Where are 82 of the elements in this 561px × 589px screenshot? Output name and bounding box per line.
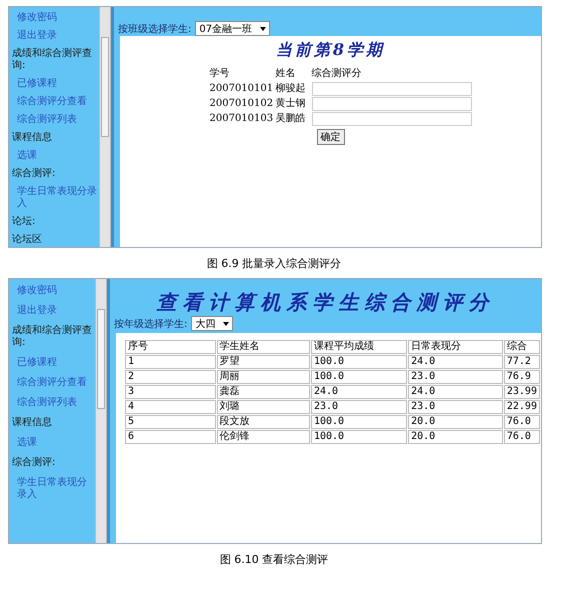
column-header: 日常表现分 (408, 340, 503, 354)
sidebar-heading: 综合测评: (11, 456, 56, 470)
column-header: 学生姓名 (216, 340, 310, 354)
sidebar-link[interactable]: 退出登录 (9, 27, 99, 45)
figure-caption: 图 6.10 查看综合测评 (218, 552, 330, 568)
table-cell: 24.0 (310, 385, 408, 399)
table-cell: 23.0 (408, 370, 503, 384)
sidebar-link[interactable]: 已修课程 (9, 353, 95, 373)
page-title: 查看计算机系学生综合测评分 (156, 289, 496, 316)
student-id: 2007010103 (210, 112, 274, 126)
column-header: 综合测评分 (312, 67, 362, 81)
table-cell: 6 (125, 430, 216, 444)
submit-button[interactable]: 确定 (316, 129, 344, 145)
table-cell: 23.0 (310, 400, 408, 414)
filter-label: 按班级选择学生: (118, 22, 192, 36)
student-id: 2007010101 (210, 82, 274, 96)
sidebar-link[interactable]: 学生日常表现分录入 (9, 183, 99, 213)
score-input[interactable] (312, 82, 472, 96)
table-cell: 段文放 (216, 415, 310, 429)
table-cell: 100.0 (310, 370, 408, 384)
sidebar-link[interactable]: 修改密码 (9, 281, 95, 301)
sidebar-link[interactable]: 退出登录 (9, 301, 95, 321)
sidebar-link[interactable]: 选课 (9, 433, 95, 453)
sidebar-heading: 综合测评: (11, 166, 56, 181)
table-cell: 2 (125, 370, 216, 384)
table-cell: 23.0 (408, 400, 503, 414)
table-cell: 76.9 (504, 370, 540, 384)
table-cell: 3 (125, 385, 216, 399)
sidebar-link[interactable]: 综合测评列表 (9, 393, 95, 413)
sidebar-heading: 论坛区 (11, 233, 43, 247)
table-cell: 76.0 (504, 415, 540, 429)
table-cell: 76.0 (504, 430, 540, 444)
sidebar-link[interactable]: 已修课程 (9, 75, 99, 93)
sidebar-heading: 论坛: (11, 215, 36, 229)
column-header: 序号 (125, 340, 216, 354)
sidebar-link[interactable]: 综合测评分查看 (9, 373, 95, 393)
table-cell: 1 (125, 355, 216, 369)
sidebar-link[interactable]: 综合测评分查看 (9, 93, 99, 111)
caret-icon (223, 322, 230, 326)
class-select[interactable]: 大四 (191, 316, 234, 331)
filter-label: 按年级选择学生: (114, 318, 188, 330)
sidebar-link[interactable]: 综合测评列表 (9, 111, 99, 129)
table-cell: 100.0 (310, 355, 408, 369)
student-name: 柳骏起 (276, 82, 306, 96)
sidebar-link[interactable]: 学生日常表现分录入 (9, 473, 95, 505)
sidebar-heading: 成绩和综合测评查询: (11, 324, 93, 350)
figure-caption: 图 6.9 批量录入综合测评分 (206, 256, 342, 272)
sidebar-heading: 成绩和综合测评查询: (11, 46, 93, 73)
column-header: 综合 (504, 340, 540, 354)
table-cell: 20.0 (408, 430, 503, 444)
page-title: 当前第8学期 (276, 40, 386, 61)
table-cell: 龚磊 (216, 385, 310, 399)
table-cell: 20.0 (408, 415, 503, 429)
column-header: 课程平均成绩 (310, 340, 408, 354)
score-input[interactable] (312, 97, 472, 111)
table-cell: 100.0 (310, 415, 408, 429)
student-name: 黄士钢 (276, 97, 306, 111)
table-cell: 100.0 (310, 430, 408, 444)
class-select[interactable]: 07金融一班 (195, 21, 270, 36)
score-input[interactable] (312, 112, 472, 126)
table-cell: 刘璐 (216, 400, 310, 414)
table-cell: 5 (125, 415, 216, 429)
table-cell: 22.99 (504, 400, 540, 414)
table-cell: 24.0 (408, 385, 503, 399)
column-header: 学号 (210, 67, 230, 81)
sidebar-heading: 课程信息 (11, 416, 53, 430)
scrollbar[interactable] (99, 7, 111, 247)
column-header: 姓名 (276, 67, 296, 81)
table-cell: 23.99 (504, 385, 540, 399)
sidebar-link[interactable]: 选课 (9, 147, 99, 165)
sidebar-heading: 课程信息 (11, 130, 53, 145)
table-cell: 伦剑锋 (216, 430, 310, 444)
table-cell: 77.2 (504, 355, 540, 369)
table-cell: 罗望 (216, 355, 310, 369)
student-id: 2007010102 (210, 97, 274, 111)
table-cell: 周丽 (216, 370, 310, 384)
student-name: 吴鹏皓 (276, 112, 306, 126)
scrollbar[interactable] (95, 279, 107, 543)
caret-icon (260, 26, 266, 30)
sidebar-link[interactable]: 修改密码 (9, 9, 99, 27)
table-cell: 4 (125, 400, 216, 414)
table-cell: 24.0 (408, 355, 503, 369)
